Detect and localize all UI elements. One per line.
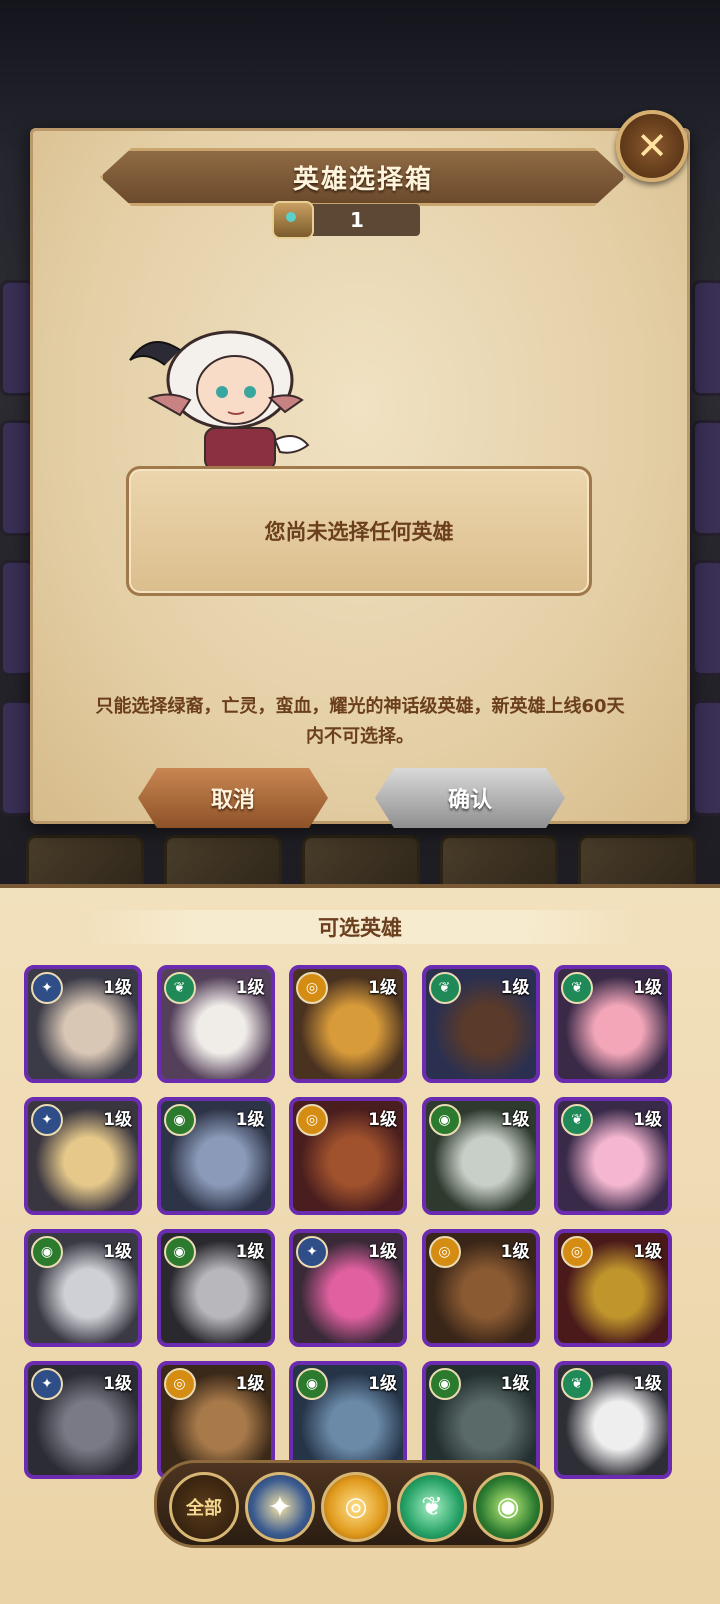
hero-card[interactable]: ❦ 1级 [554, 1097, 672, 1215]
faction-graveborn-icon: ◉ [163, 1104, 196, 1136]
faction-mauler-icon: ◎ [428, 1236, 461, 1268]
hero-level: 1级 [103, 1110, 132, 1130]
faction-mauler-icon: ◎ [296, 1104, 328, 1136]
hero-card[interactable]: ❦ 1级 [554, 965, 672, 1083]
hero-card[interactable]: ✦ 1级 [289, 1229, 407, 1347]
eye-icon: ◉ [496, 1492, 520, 1522]
faction-graveborn-icon: ◉ [163, 1236, 196, 1268]
close-button[interactable]: ✕ [616, 110, 688, 182]
faction-wilder-icon: ❦ [163, 972, 196, 1004]
chest-icon [272, 201, 314, 239]
hero-level: 1级 [368, 978, 397, 998]
hero-level: 1级 [235, 1374, 265, 1394]
faction-wilder-icon: ❦ [561, 972, 593, 1004]
background-slot [692, 420, 720, 536]
hero-card[interactable]: ❦ 1级 [554, 1361, 672, 1479]
filter-all-button[interactable]: 全部 [169, 1472, 239, 1542]
selection-message: 您尚未选择任何英雄 [264, 520, 454, 544]
hero-card[interactable]: ✦ 1级 [24, 1097, 142, 1215]
hero-level: 1级 [235, 1242, 265, 1262]
dialog-title: 英雄选择箱 [292, 164, 433, 195]
hero-level: 1级 [633, 1242, 662, 1262]
panel-title: 可选英雄 [318, 916, 402, 940]
hero-level: 1级 [633, 978, 662, 998]
hero-level: 1级 [235, 1110, 265, 1130]
background-slot [692, 700, 720, 816]
leaf-icon: ❦ [421, 1492, 443, 1522]
background-slot [0, 280, 34, 396]
hero-card[interactable]: ◎ 1级 [554, 1229, 672, 1347]
faction-mauler-icon: ◎ [163, 1368, 196, 1400]
hero-card[interactable]: ◉ 1级 [156, 1229, 275, 1347]
background-slot [0, 420, 34, 536]
hero-level: 1级 [235, 978, 265, 998]
selection-message-box: 您尚未选择任何英雄 [126, 466, 592, 596]
close-icon: ✕ [636, 124, 668, 168]
filter-wilder-button[interactable]: ❦ [397, 1472, 467, 1542]
filter-lightbearer-button[interactable]: ✦ [245, 1472, 315, 1542]
hero-select-dialog: 英雄选择箱 1 您尚未选择任何英雄 只能选择绿裔，亡灵，蛮血，耀光的神话级英雄，… [30, 128, 690, 828]
hero-level: 1级 [368, 1242, 397, 1262]
hero-card[interactable]: ◎ 1级 [289, 965, 407, 1083]
title-banner: 英雄选择箱 [100, 148, 626, 206]
faction-lightbearer-icon: ✦ [296, 1236, 328, 1268]
faction-graveborn-icon: ◉ [31, 1236, 63, 1268]
background-slot [692, 280, 720, 396]
hero-card[interactable]: ✦ 1级 [24, 965, 142, 1083]
faction-filter-bar: 全部 ✦ ◎ ❦ ◉ [154, 1460, 554, 1548]
hero-level: 1级 [500, 1242, 530, 1262]
hero-card[interactable]: ◉ 1级 [24, 1229, 142, 1347]
faction-wilder-icon: ❦ [428, 972, 461, 1004]
filter-mauler-button[interactable]: ◎ [321, 1472, 391, 1542]
faction-graveborn-icon: ◉ [428, 1104, 461, 1136]
chest-counter: 1 [272, 201, 420, 239]
faction-wilder-icon: ❦ [561, 1104, 593, 1136]
star-icon: ✦ [267, 1489, 293, 1525]
mauler-emblem-icon: ◎ [344, 1492, 368, 1522]
hero-card[interactable]: ❦ 1级 [421, 965, 540, 1083]
faction-lightbearer-icon: ✦ [31, 1104, 63, 1136]
background-slot [0, 560, 34, 676]
guide-character-avatar [129, 330, 310, 470]
hero-level: 1级 [368, 1110, 397, 1130]
confirm-button[interactable]: 确认 [375, 768, 565, 828]
faction-mauler-icon: ◎ [561, 1236, 593, 1268]
hero-level: 1级 [500, 1110, 530, 1130]
hero-level: 1级 [103, 978, 132, 998]
faction-lightbearer-icon: ✦ [31, 1368, 63, 1400]
chest-count: 1 [350, 208, 364, 232]
hero-card[interactable]: ◎ 1级 [421, 1229, 540, 1347]
hero-level: 1级 [103, 1242, 132, 1262]
selection-rule-text: 只能选择绿裔，亡灵，蛮血，耀光的神话级英雄，新英雄上线60天内不可选择。 [95, 696, 625, 747]
hero-level: 1级 [368, 1374, 397, 1394]
faction-wilder-icon: ❦ [561, 1368, 593, 1400]
background-slot [692, 560, 720, 676]
faction-graveborn-icon: ◉ [296, 1368, 328, 1400]
filter-all-label: 全部 [186, 1498, 222, 1519]
hero-level: 1级 [633, 1110, 662, 1130]
hero-card[interactable]: ◉ 1级 [421, 1097, 540, 1215]
hero-card[interactable]: ✦ 1级 [24, 1361, 142, 1479]
hero-card[interactable]: ❦ 1级 [156, 965, 275, 1083]
cancel-button[interactable]: 取消 [138, 768, 328, 828]
hero-level: 1级 [103, 1374, 132, 1394]
hero-level: 1级 [500, 978, 530, 998]
filter-graveborn-button[interactable]: ◉ [473, 1472, 543, 1542]
hero-card[interactable]: ◉ 1级 [156, 1097, 275, 1215]
hero-level: 1级 [500, 1374, 530, 1394]
hero-level: 1级 [633, 1374, 662, 1394]
hero-card[interactable]: ◎ 1级 [289, 1097, 407, 1215]
faction-lightbearer-icon: ✦ [31, 972, 63, 1004]
faction-graveborn-icon: ◉ [428, 1368, 461, 1400]
panel-title-bar: 可选英雄 [85, 910, 635, 944]
background-slot [0, 700, 34, 816]
faction-mauler-icon: ◎ [296, 972, 328, 1004]
